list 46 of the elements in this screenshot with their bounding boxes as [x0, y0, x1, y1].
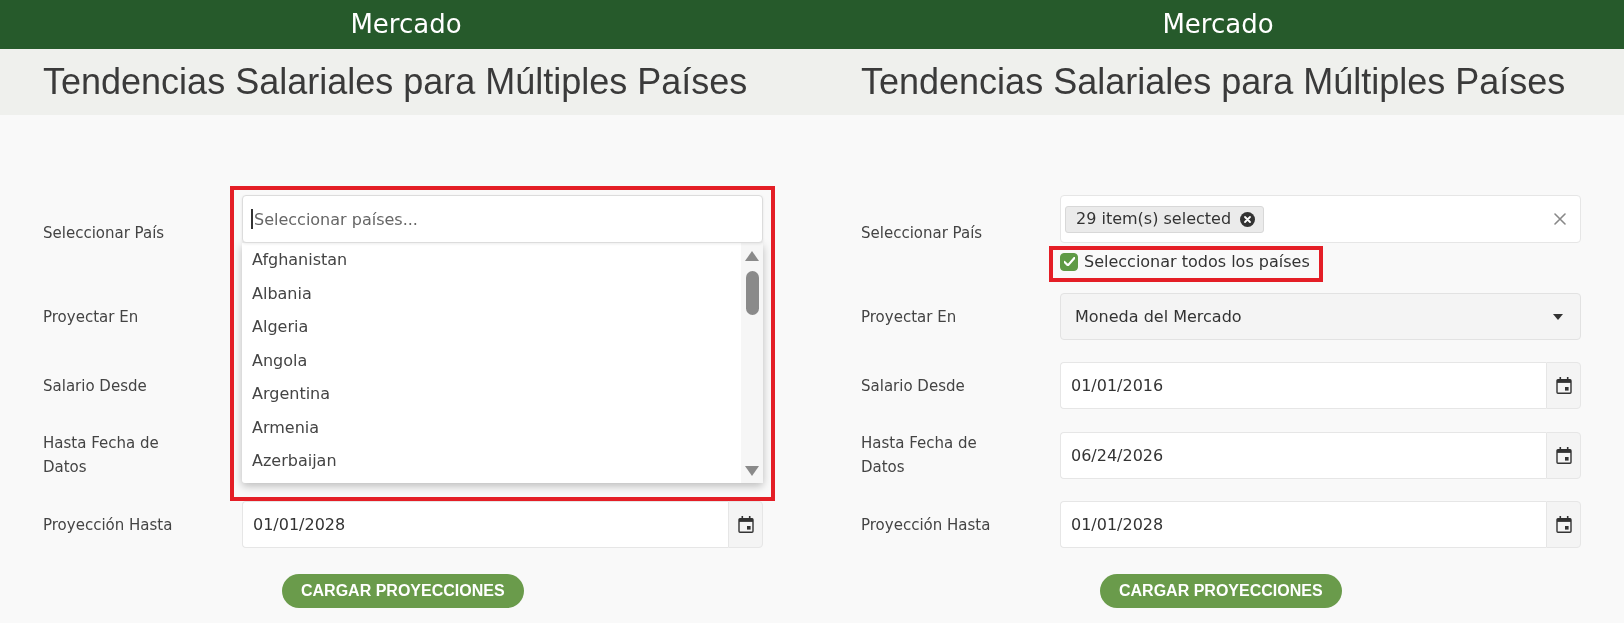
dropdown-option[interactable]: Armenia	[252, 410, 741, 444]
country-search-field[interactable]: Seleccionar países...	[242, 195, 763, 243]
currency-select[interactable]: Moneda del Mercado	[1060, 293, 1581, 340]
chip-label: 29 item(s) selected	[1076, 209, 1232, 229]
date-field[interactable]: 01/01/2028	[1060, 501, 1546, 548]
date-field[interactable]: 01/01/2028	[242, 501, 728, 548]
select-all-label[interactable]: Seleccionar todos los países	[1084, 252, 1310, 271]
field-label: Seleccionar País	[861, 223, 984, 244]
checkmark-icon	[1063, 257, 1075, 266]
dropdown-option[interactable]: Albania	[252, 276, 741, 310]
dropdown-option[interactable]: Afghanistan	[252, 243, 741, 277]
calendar-icon	[1555, 446, 1572, 464]
field-label: Salario Desde	[43, 375, 148, 397]
field-label: Hasta Fecha de Datos	[43, 433, 160, 478]
field-label: Salario Desde	[861, 375, 966, 397]
clear-icon[interactable]	[1554, 213, 1566, 225]
calendar-button[interactable]	[728, 501, 763, 548]
date-field[interactable]: 06/24/2026	[1060, 431, 1546, 479]
field-label: Hasta Fecha de Datos	[861, 433, 978, 478]
field-label: Proyectar En	[861, 306, 958, 328]
scrollbar-thumb[interactable]	[745, 271, 759, 315]
remove-icon[interactable]	[1240, 211, 1256, 227]
calendar-button[interactable]	[1546, 501, 1581, 548]
dropdown-option[interactable]: Argentina	[252, 377, 741, 411]
dropdown-option[interactable]: Algeria	[252, 310, 741, 344]
country-select[interactable]: 29 item(s) selected	[1060, 195, 1581, 243]
page-title: Tendencias Salariales para Múltiples Países	[861, 61, 1566, 103]
dropdown-option[interactable]: Azerbaijan	[252, 444, 741, 478]
calendar-icon	[737, 516, 754, 533]
field-label: Proyectar En	[43, 306, 140, 328]
header-title: Mercado	[350, 8, 462, 41]
scroll-down-icon[interactable]	[745, 466, 759, 476]
field-label: Seleccionar País	[43, 223, 166, 244]
calendar-icon	[1555, 516, 1572, 533]
scroll-up-icon[interactable]	[745, 251, 759, 261]
calendar-button[interactable]	[1546, 362, 1581, 409]
page-title: Tendencias Salariales para Múltiples Países	[43, 61, 748, 103]
header-title: Mercado	[1162, 8, 1274, 41]
calendar-icon	[1555, 377, 1572, 394]
date-field[interactable]: 01/01/2016	[1060, 362, 1546, 409]
dropdown-option[interactable]: Angola	[252, 343, 741, 377]
field-label: Proyección Hasta	[43, 514, 174, 536]
select-all-checkbox[interactable]	[1060, 252, 1078, 271]
caret-down-icon	[1553, 313, 1563, 320]
calendar-button[interactable]	[1546, 431, 1581, 479]
field-label: Proyección Hasta	[861, 514, 992, 536]
